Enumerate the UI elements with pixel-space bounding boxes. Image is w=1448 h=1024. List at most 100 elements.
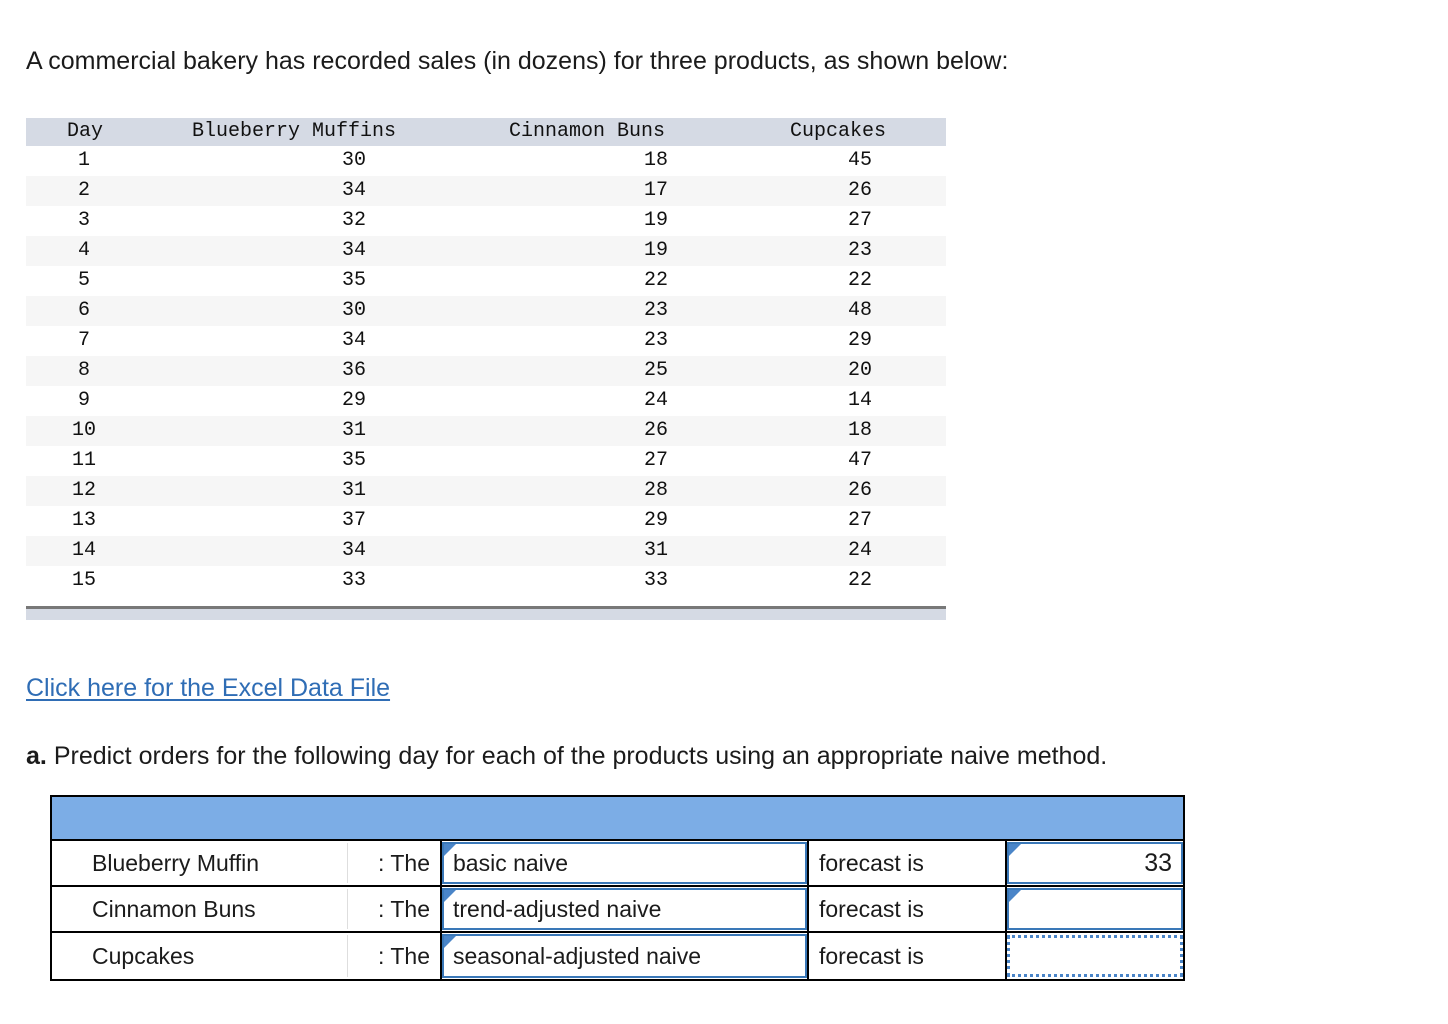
table-row: 5 35 22 22 [26, 266, 946, 296]
forecast-is-label: forecast is [819, 895, 924, 922]
table-row: 14 34 31 24 [26, 536, 946, 566]
cell-day: 6 [77, 299, 90, 322]
forecast-is-cell: forecast is [807, 841, 1007, 885]
forecast-answer-input-2[interactable] [1007, 888, 1183, 930]
cell-buns: 23 [643, 329, 668, 352]
label-cell-divider [347, 843, 348, 883]
cell-buns: 24 [643, 389, 668, 412]
cell-cupcakes: 18 [847, 419, 872, 442]
cell-cupcakes: 20 [847, 359, 872, 382]
answer-row-label-cell: Cupcakes: The [52, 933, 442, 979]
cell-cupcakes: 26 [847, 179, 872, 202]
cell-muffins: 34 [341, 179, 366, 202]
cell-buns: 18 [643, 149, 668, 172]
cell-cupcakes: 23 [847, 239, 872, 262]
answer-form-rows-container: Blueberry Muffin : The basic naive forecast… [52, 841, 1183, 979]
answer-form-row: Blueberry Muffin : The basic naive forecast… [52, 841, 1183, 887]
cell-day: 11 [71, 449, 96, 472]
cell-muffins: 37 [341, 509, 366, 532]
sales-data-table-container: Day Blueberry Muffins Cinnamon Buns Cupc… [26, 118, 946, 596]
table-row: 3 32 19 27 [26, 206, 946, 236]
method-select-value: trend-adjusted naive [453, 895, 662, 922]
forecast-is-label: forecast is [819, 942, 924, 969]
cell-day: 9 [77, 389, 90, 412]
cell-day: 13 [71, 509, 96, 532]
answer-form-header-band [52, 797, 1183, 841]
method-select-2[interactable]: trend-adjusted naive [442, 888, 807, 930]
method-select-3[interactable]: seasonal-adjusted naive [442, 934, 807, 978]
cell-day: 1 [77, 149, 90, 172]
table-header-row: Day Blueberry Muffins Cinnamon Buns Cupc… [26, 118, 946, 146]
table-row: 12 31 28 26 [26, 476, 946, 506]
cell-cupcakes: 29 [847, 329, 872, 352]
cell-muffins: 31 [341, 479, 366, 502]
forecast-answer-input-3[interactable] [1007, 935, 1183, 977]
label-cell-divider [347, 935, 348, 977]
cell-corner-flag-icon [1009, 844, 1021, 856]
data-table-footer-bar [26, 606, 946, 620]
cell-muffins: 32 [341, 209, 366, 232]
table-row: 2 34 17 26 [26, 176, 946, 206]
cell-cupcakes: 14 [847, 389, 872, 412]
cell-day: 7 [77, 329, 90, 352]
method-select-value: seasonal-adjusted naive [453, 942, 702, 969]
cell-cupcakes: 27 [847, 209, 872, 232]
excel-data-file-link[interactable]: Click here for the Excel Data File [26, 672, 390, 704]
cell-cupcakes: 22 [847, 269, 872, 292]
product-name-label: Blueberry Muffin [92, 849, 260, 876]
cell-muffins: 35 [341, 449, 366, 472]
table-row: 10 31 26 18 [26, 416, 946, 446]
answer-form-table: Blueberry Muffin : The basic naive forecast… [50, 795, 1185, 981]
cell-day: 8 [77, 359, 90, 382]
cell-buns: 31 [643, 539, 668, 562]
table-row: 6 30 23 48 [26, 296, 946, 326]
label-cell-divider [347, 889, 348, 929]
problem-intro-text: A commercial bakery has recorded sales (… [26, 47, 1009, 75]
cell-day: 14 [71, 539, 96, 562]
table-row: 1 30 18 45 [26, 146, 946, 176]
column-header-cupcakes: Cupcakes [730, 118, 946, 146]
cell-corner-flag-icon [1009, 890, 1021, 902]
cell-cupcakes: 24 [847, 539, 872, 562]
table-row: 9 29 24 14 [26, 386, 946, 416]
sales-data-table: Day Blueberry Muffins Cinnamon Buns Cupc… [26, 118, 946, 596]
cell-buns: 27 [643, 449, 668, 472]
column-header-buns: Cinnamon Buns [444, 118, 730, 146]
table-row: 4 34 19 23 [26, 236, 946, 266]
table-row: 15 33 33 22 [26, 566, 946, 596]
question-a-text: a. Predict orders for the following day … [26, 740, 1107, 773]
forecast-answer-input-1[interactable]: 33 [1007, 842, 1183, 884]
answer-form-row: Cinnamon Buns : The trend-adjusted naive fo… [52, 887, 1183, 933]
cell-muffins: 34 [341, 329, 366, 352]
question-a-label: a. [26, 742, 47, 770]
product-name-label: Cinnamon Buns [92, 895, 256, 922]
table-row: 7 34 23 29 [26, 326, 946, 356]
cell-day: 5 [77, 269, 90, 292]
forecast-is-cell: forecast is [807, 933, 1007, 979]
cell-buns: 19 [643, 209, 668, 232]
method-select-1[interactable]: basic naive [442, 842, 807, 884]
cell-buns: 23 [643, 299, 668, 322]
cell-muffins: 36 [341, 359, 366, 382]
answer-form-row: Cupcakes: The seasonal-adjusted naive fore… [52, 933, 1183, 979]
product-name-label: Cupcakes [92, 942, 195, 969]
cell-cupcakes: 22 [847, 569, 872, 592]
sales-data-table-body: 1 30 18 45 2 34 17 26 3 32 19 27 4 34 19 23 5 35 22 22 6 30 23… [26, 146, 946, 596]
connector-label: : The [378, 895, 430, 922]
cell-buns: 26 [643, 419, 668, 442]
method-select-value: basic naive [453, 849, 569, 876]
column-header-day: Day [26, 118, 144, 146]
cell-cupcakes: 27 [847, 509, 872, 532]
cell-day: 12 [71, 479, 96, 502]
cell-muffins: 31 [341, 419, 366, 442]
cell-buns: 33 [643, 569, 668, 592]
answer-row-label-cell: Blueberry Muffin : The [52, 841, 442, 885]
cell-cupcakes: 48 [847, 299, 872, 322]
cell-day: 10 [71, 419, 96, 442]
question-a-body: Predict orders for the following day for… [53, 742, 1108, 770]
connector-label: : The [378, 849, 430, 876]
answer-row-label-cell: Cinnamon Buns : The [52, 887, 442, 931]
cell-muffins: 35 [341, 269, 366, 292]
cell-cupcakes: 26 [847, 479, 872, 502]
cell-muffins: 30 [341, 149, 366, 172]
